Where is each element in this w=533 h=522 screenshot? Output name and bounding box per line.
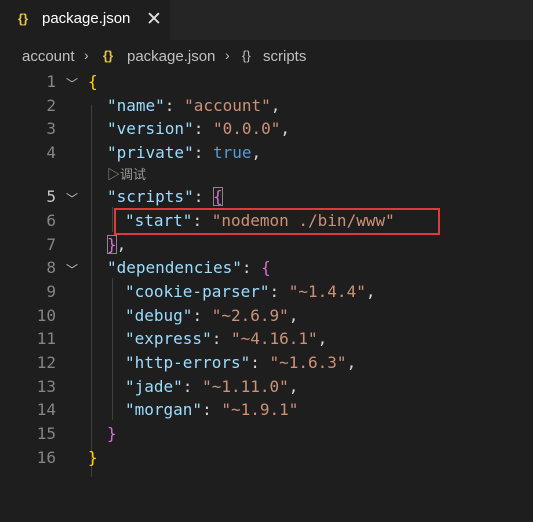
line-number: 3 [46,119,56,138]
code-line: "debug": "~2.6.9", [125,306,299,325]
close-icon[interactable]: ✕ [146,8,162,31]
indent-guide [91,105,92,477]
line-number: 12 [36,353,56,372]
indent-guide [112,207,113,232]
line-number: 2 [46,96,56,115]
line-number: 15 [36,424,56,443]
code-line: }, [107,235,127,254]
code-line: "morgan": "~1.9.1" [125,400,299,419]
bracket-match: { [212,187,223,206]
code-line: "http-errors": "~1.6.3", [125,353,357,372]
debug-code-lens[interactable]: ▷调试 [107,164,146,183]
breadcrumb-file[interactable]: package.json [127,48,215,65]
code-line: "name": "account", [107,96,281,115]
line-number: 4 [46,143,56,162]
tab-bar: {} package.json ✕ [0,0,533,40]
line-number: 13 [36,377,56,396]
line-number: 11 [36,329,56,348]
line-number: 14 [36,400,56,419]
code-line: "express": "~4.16.1", [125,329,328,348]
line-number: 1 [46,72,56,91]
line-number: 10 [36,306,56,325]
code-line: } [107,424,117,443]
tab-package-json[interactable]: {} package.json ✕ [0,0,170,40]
code-line: "dependencies": { [107,258,271,277]
code-line: "jade": "~1.11.0", [125,377,299,396]
line-number: 16 [36,448,56,467]
line-number: 9 [46,282,56,301]
fold-chevron-icon[interactable]: ﹀ [66,75,78,92]
line-number: 7 [46,235,56,254]
chevron-right-icon: › [84,47,89,63]
line-number: 8 [46,258,56,277]
code-line: "private": true, [107,143,262,162]
line-number: 5 [46,187,56,206]
fold-chevron-icon[interactable]: ﹀ [66,190,78,207]
json-file-icon: {} [103,48,114,63]
breadcrumb-section[interactable]: scripts [263,48,306,65]
line-number: 6 [46,211,56,230]
breadcrumb-folder[interactable]: account [22,48,75,65]
indent-guide [112,278,113,420]
fold-chevron-icon[interactable]: ﹀ [66,261,78,278]
code-editor[interactable]: 1 2 3 4 5 6 7 8 9 10 11 12 13 14 15 16 ﹀… [0,72,533,522]
code-line: "cookie-parser": "~1.4.4", [125,282,376,301]
breadcrumb: account › {} package.json › {} scripts [0,40,533,72]
chevron-right-icon: › [225,47,230,63]
bracket-match: } [107,235,117,254]
code-line: { [88,72,98,91]
object-icon: {} [242,48,251,63]
code-line: } [88,448,98,467]
tab-title: package.json [42,10,131,27]
highlight-box [114,208,440,235]
code-line: "scripts": { [107,187,223,206]
json-file-icon: {} [18,11,29,26]
code-line: "version": "0.0.0", [107,119,291,138]
